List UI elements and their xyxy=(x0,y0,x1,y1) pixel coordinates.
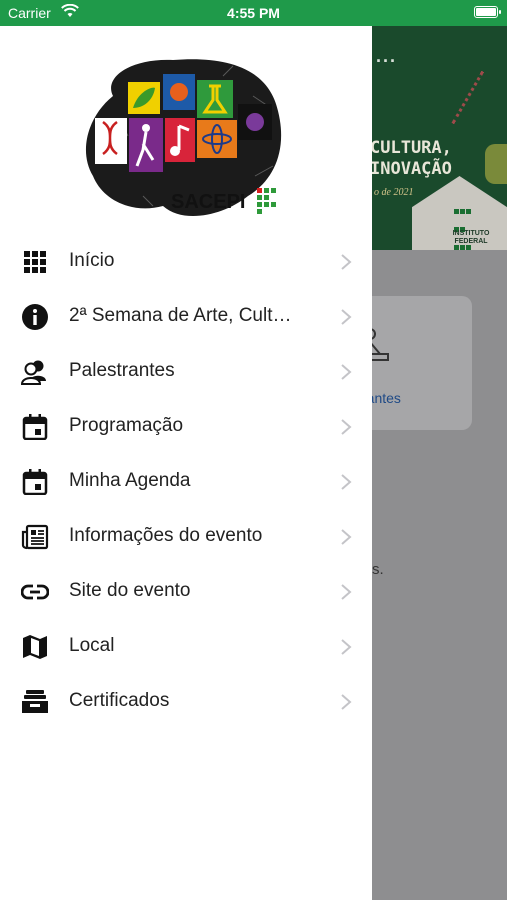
drawer-menu: Início 2ª Semana de Arte, Cult… Palestra… xyxy=(0,234,372,729)
chevron-right-icon xyxy=(341,584,352,600)
chevron-right-icon xyxy=(341,474,352,490)
background-page[interactable]: ... CULTURA, INOVAÇÃO o de 2021 INSTITUT… xyxy=(372,26,507,900)
chevron-right-icon xyxy=(341,419,352,435)
grid-icon xyxy=(24,251,46,273)
menu-item-programacao[interactable]: Programação xyxy=(0,399,372,454)
chevron-right-icon xyxy=(341,254,352,270)
battery-icon xyxy=(474,6,501,18)
info-icon xyxy=(22,304,48,330)
dna-decoration-icon xyxy=(451,70,507,142)
menu-item-label: Início xyxy=(69,250,115,271)
chevron-right-icon xyxy=(341,639,352,655)
menu-item-semana[interactable]: 2ª Semana de Arte, Cult… xyxy=(0,289,372,344)
menu-item-label: Certificados xyxy=(69,690,170,711)
event-banner: ... CULTURA, INOVAÇÃO o de 2021 INSTITUT… xyxy=(372,26,507,250)
institute-label: INSTITUTO FEDERAL xyxy=(452,230,490,245)
banner-date: o de 2021 xyxy=(374,187,414,198)
menu-item-label: Palestrantes xyxy=(69,360,175,381)
menu-item-label: Local xyxy=(69,635,115,656)
sacepi-logo: SACEPI xyxy=(85,59,282,217)
person-figure-icon xyxy=(485,144,507,184)
newspaper-icon xyxy=(21,524,49,550)
calendar-event-icon xyxy=(22,469,48,495)
calendar-icon xyxy=(22,414,48,440)
menu-item-label: Informações do evento xyxy=(69,525,263,546)
archive-icon xyxy=(22,690,48,713)
background-text: s. xyxy=(372,561,384,578)
banner-ellipsis: ... xyxy=(376,46,398,66)
menu-item-minha-agenda[interactable]: Minha Agenda xyxy=(0,454,372,509)
chevron-right-icon xyxy=(341,309,352,325)
menu-item-informacoes[interactable]: Informações do evento xyxy=(0,509,372,564)
menu-item-local[interactable]: Local xyxy=(0,619,372,674)
menu-item-label: 2ª Semana de Arte, Cult… xyxy=(69,305,292,326)
chevron-right-icon xyxy=(341,694,352,710)
status-time: 4:55 PM xyxy=(227,5,280,21)
menu-item-site[interactable]: Site do evento xyxy=(0,564,372,619)
chevron-right-icon xyxy=(341,364,352,380)
speakers-card[interactable]: rantes xyxy=(372,296,472,430)
menu-item-certificados[interactable]: Certificados xyxy=(0,674,372,729)
menu-item-label: Minha Agenda xyxy=(69,470,191,491)
banner-text-line2: INOVAÇÃO xyxy=(372,159,452,179)
menu-item-label: Programação xyxy=(69,415,184,436)
link-icon xyxy=(21,584,49,600)
menu-item-palestrantes[interactable]: Palestrantes xyxy=(0,344,372,399)
navigation-drawer: SACEPI Início 2ª Semana de Arte, Cult… P… xyxy=(0,26,372,900)
speakers-card-label: rantes xyxy=(372,390,401,406)
people-icon xyxy=(21,360,46,385)
status-bar: Carrier 4:55 PM xyxy=(0,0,507,26)
menu-item-label: Site do evento xyxy=(69,580,191,601)
map-icon xyxy=(23,635,47,659)
banner-text-line1: CULTURA, xyxy=(372,138,452,158)
chevron-right-icon xyxy=(341,529,352,545)
logo-text: SACEPI xyxy=(171,191,245,213)
speaker-podium-icon xyxy=(372,328,389,361)
menu-item-inicio[interactable]: Início xyxy=(0,234,372,289)
